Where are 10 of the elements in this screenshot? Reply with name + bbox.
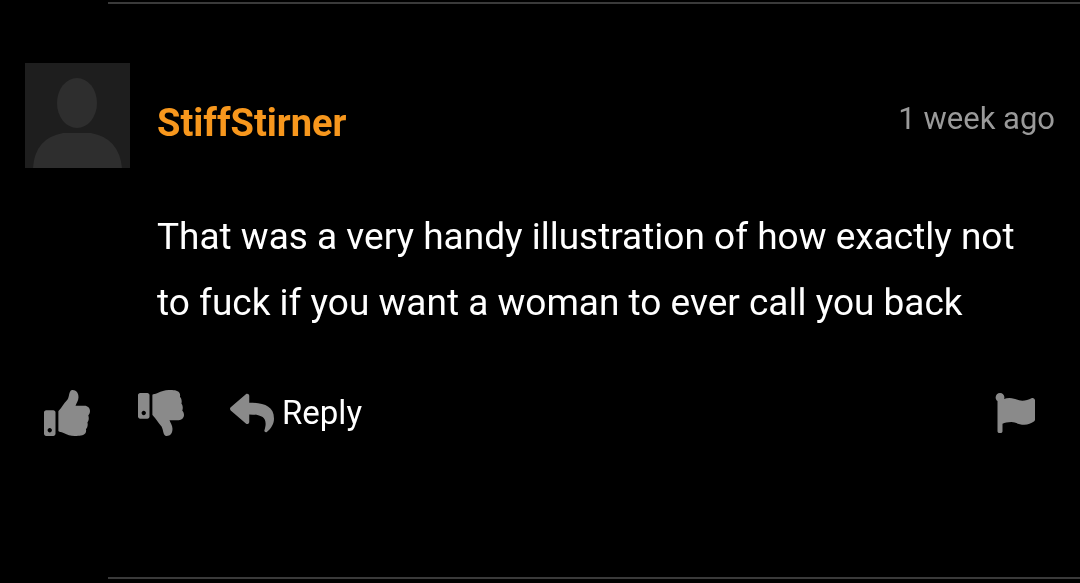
like-button[interactable] — [44, 389, 90, 436]
timestamp: 1 week ago — [898, 99, 1055, 139]
dislike-button[interactable] — [138, 389, 184, 436]
thumbs-up-icon — [44, 389, 90, 436]
flag-icon — [995, 392, 1035, 433]
comment-text: That was a very handy illustration of how exactly not to fuck if you want a woman to ever call you back — [157, 214, 1016, 326]
username[interactable]: StiffStirner — [157, 99, 347, 147]
thumbs-down-icon — [138, 389, 184, 436]
report-button[interactable] — [995, 392, 1035, 433]
reply-button[interactable]: Reply — [230, 388, 362, 438]
